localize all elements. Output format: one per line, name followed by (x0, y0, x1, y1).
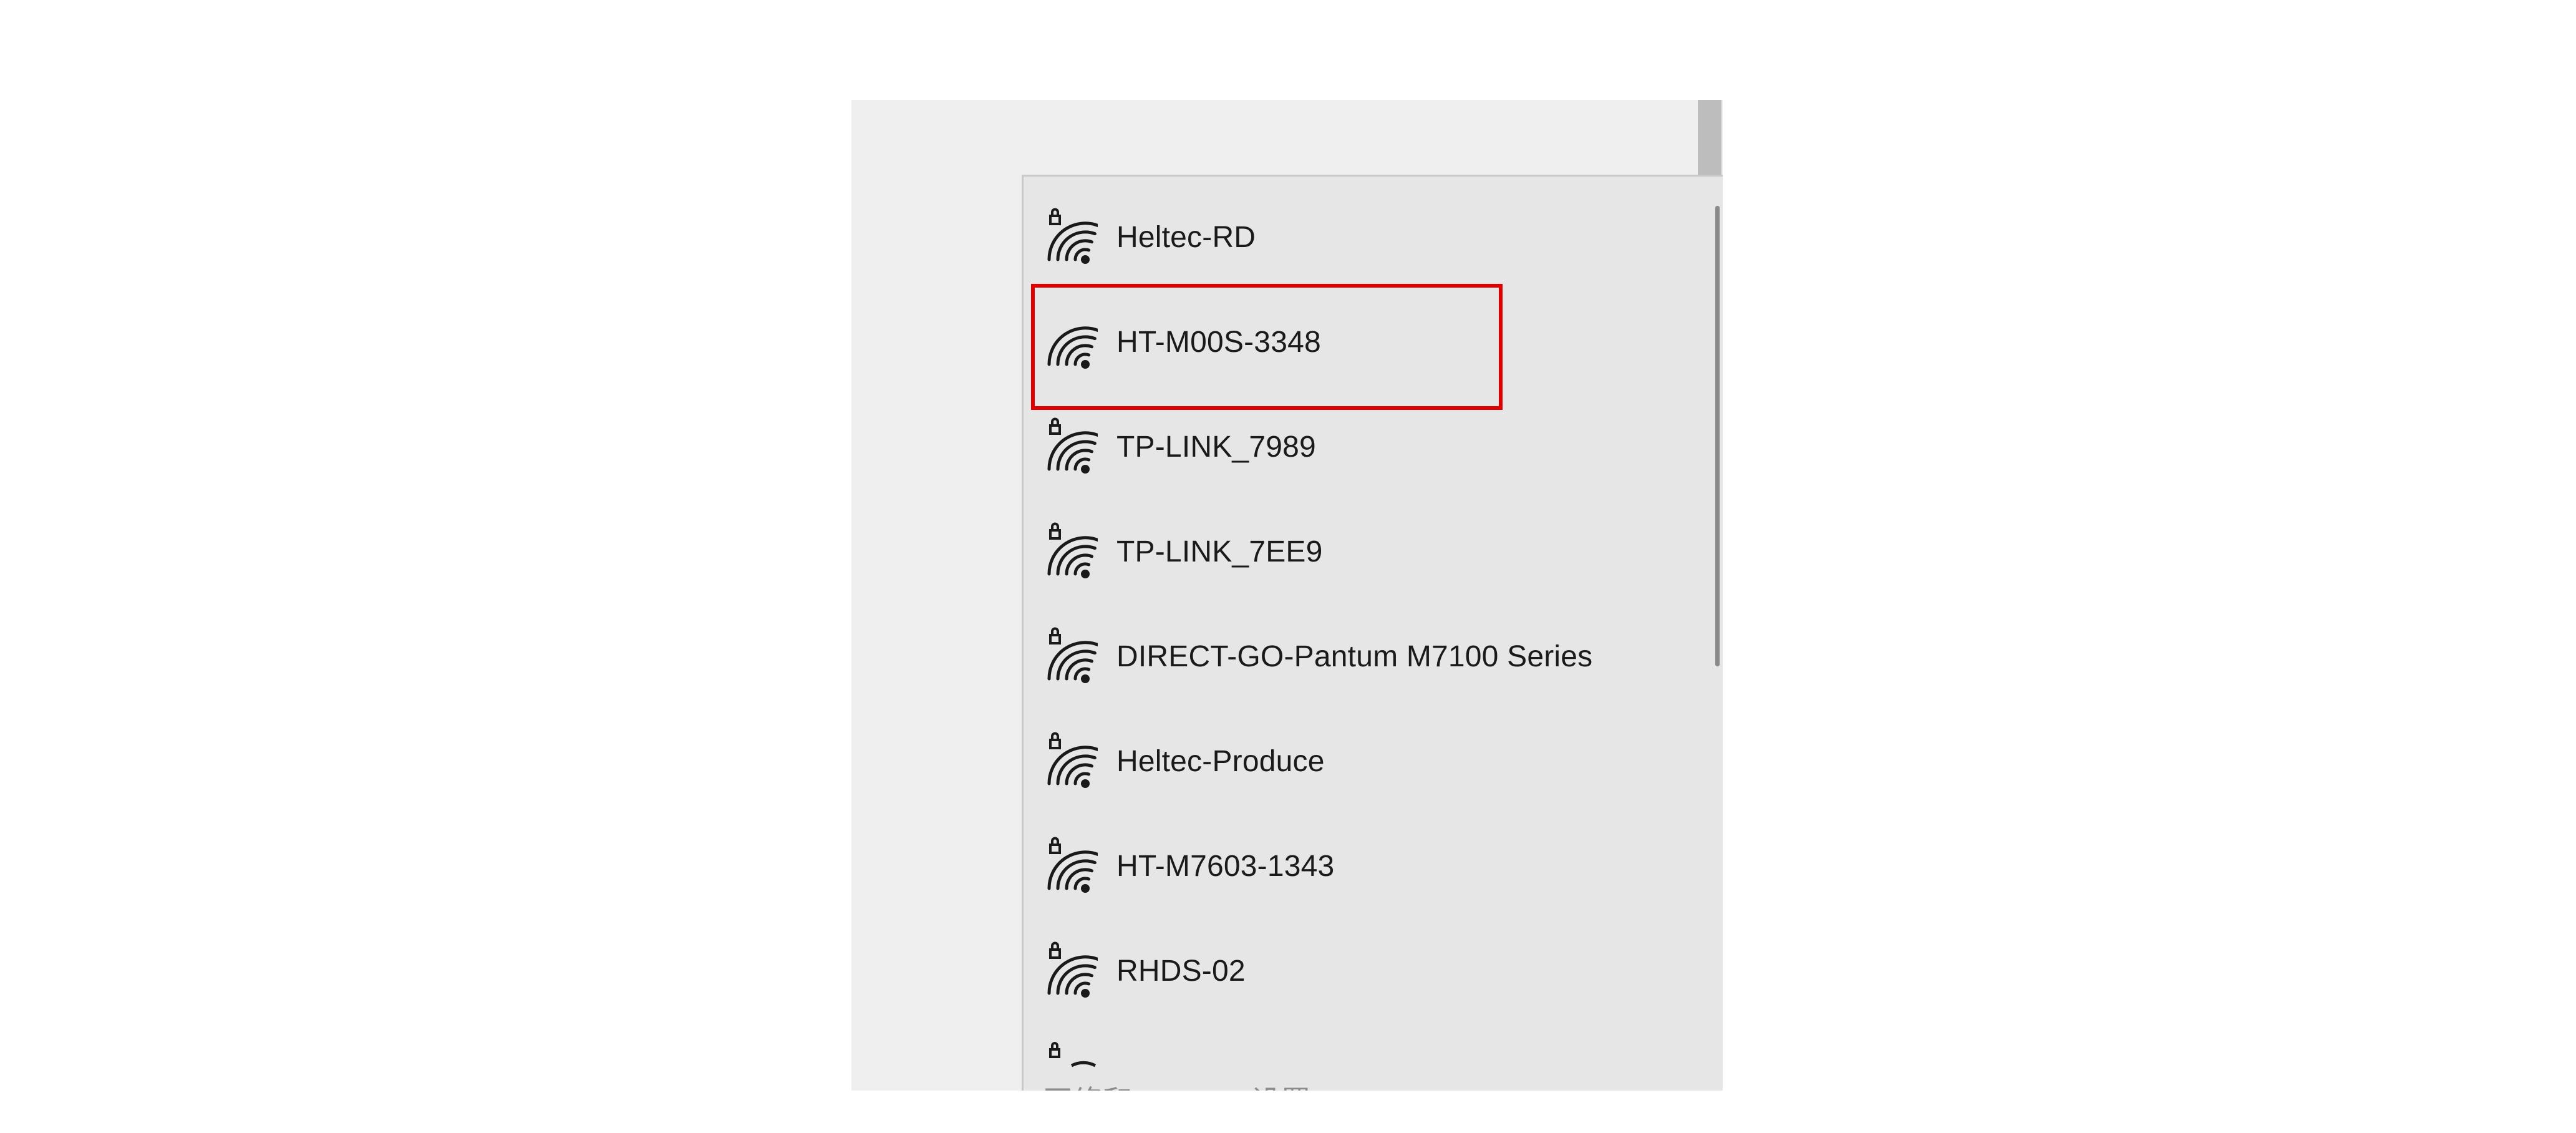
wifi-signal-icon (1047, 1041, 1098, 1072)
wifi-secured-signal-icon (1047, 416, 1100, 478)
wifi-network-item[interactable]: RHDS-02 (1047, 933, 1695, 1008)
wifi-secured-signal-icon (1047, 625, 1100, 688)
wifi-network-name: RHDS-02 (1116, 954, 1246, 988)
wifi-network-item[interactable]: Heltec-RD (1047, 200, 1695, 275)
wifi-network-name: Heltec-RD (1116, 220, 1256, 254)
wifi-network-item[interactable]: TP-LINK_7EE9 (1047, 514, 1695, 589)
wifi-network-item[interactable]: Heltec-Produce (1047, 724, 1695, 799)
panel-scrollbar[interactable] (1698, 100, 1721, 175)
wifi-secured-signal-icon (1047, 520, 1100, 583)
screenshot-page: Heltec-RD HT-M00S-3348 TP-LINK_7989 TP-LINK… (0, 0, 2576, 1133)
wifi-network-item[interactable]: HT-M7603-1343 (1047, 829, 1695, 903)
wifi-secured-signal-icon (1047, 730, 1100, 792)
wifi-network-item[interactable]: TP-LINK_7989 (1047, 409, 1695, 484)
wifi-network-name: DIRECT-GO-Pantum M7100 Series (1116, 639, 1593, 673)
wifi-secured-signal-icon (1047, 206, 1100, 268)
highlight-annotation-box (1031, 284, 1503, 410)
wifi-network-name: Heltec-Produce (1116, 744, 1325, 778)
wifi-list-scrollbar[interactable] (1715, 206, 1720, 666)
wifi-secured-signal-icon (1047, 835, 1100, 897)
wifi-network-name: TP-LINK_7EE9 (1116, 535, 1323, 568)
wifi-network-name: TP-LINK_7989 (1116, 430, 1316, 464)
wifi-network-item[interactable]: DIRECT-GO-Pantum M7100 Series (1047, 619, 1695, 694)
wifi-network-name: HT-M7603-1343 (1116, 849, 1335, 883)
network-settings-link[interactable]: 网络和 Internet 设置 (1043, 1082, 1310, 1091)
wifi-secured-signal-icon (1047, 940, 1100, 1002)
